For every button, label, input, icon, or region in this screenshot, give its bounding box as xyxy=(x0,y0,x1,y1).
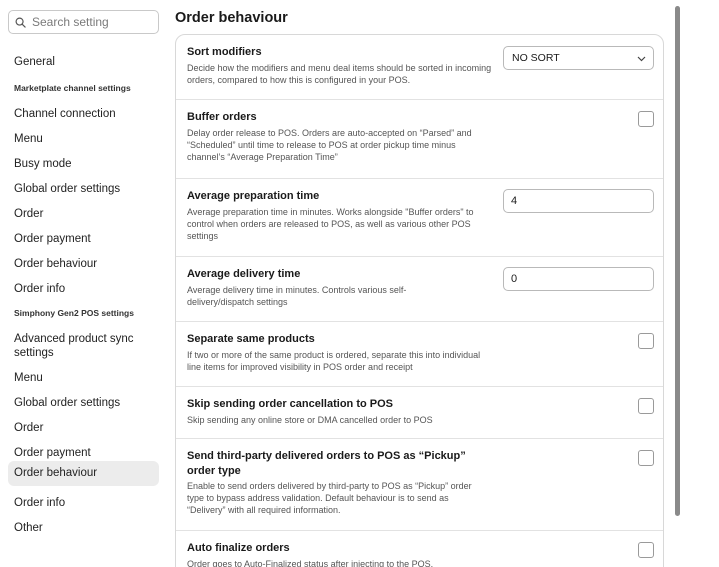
settings-card: Sort modifiers Decide how the modifiers … xyxy=(175,34,664,567)
sidebar-item-pos-order-info[interactable]: Order info xyxy=(8,491,159,515)
sidebar-item-pos-order[interactable]: Order xyxy=(8,416,159,440)
average-delivery-time-input[interactable] xyxy=(503,267,654,291)
buffer-orders-checkbox[interactable] xyxy=(638,111,654,127)
sidebar-item-order-info[interactable]: Order info xyxy=(8,277,159,301)
setting-row-average-delivery-time: Average delivery time Average delivery t… xyxy=(176,257,663,322)
sidebar-item-general[interactable]: General xyxy=(8,50,159,74)
search-icon xyxy=(15,17,26,28)
setting-row-buffer-orders: Buffer orders Delay order release to POS… xyxy=(176,100,663,179)
setting-description: Delay order release to POS. Orders are a… xyxy=(187,128,472,162)
setting-description: Order goes to Auto-Finalized status afte… xyxy=(187,559,434,567)
sidebar-item-menu[interactable]: Menu xyxy=(8,127,159,151)
setting-description: Skip sending any online store or DMA can… xyxy=(187,415,433,425)
chevron-down-icon xyxy=(637,56,646,62)
setting-description: Average preparation time in minutes. Wor… xyxy=(187,207,474,241)
sidebar-item-advanced-product-sync[interactable]: Advanced product sync settings xyxy=(8,327,159,365)
setting-row-skip-cancellation: Skip sending order cancellation to POS S… xyxy=(176,387,663,439)
setting-row-third-party-pickup: Send third-party delivered orders to POS… xyxy=(176,439,663,531)
setting-title: Average delivery time xyxy=(187,268,301,280)
sidebar-item-order[interactable]: Order xyxy=(8,202,159,226)
setting-title: Buffer orders xyxy=(187,111,257,123)
settings-sidebar: General Marketplate channel settings Cha… xyxy=(0,0,168,567)
settings-main: Order behaviour Sort modifiers Decide ho… xyxy=(168,0,668,567)
setting-title: Sort modifiers xyxy=(187,46,262,58)
search-box[interactable] xyxy=(8,10,159,34)
sidebar-item-order-behaviour[interactable]: Order behaviour xyxy=(8,252,159,276)
sidebar-item-pos-menu[interactable]: Menu xyxy=(8,366,159,390)
third-party-pickup-checkbox[interactable] xyxy=(638,450,654,466)
sort-modifiers-select[interactable]: NO SORT xyxy=(503,46,654,70)
setting-description: Average delivery time in minutes. Contro… xyxy=(187,285,407,307)
sidebar-item-channel-connection[interactable]: Channel connection xyxy=(8,102,159,126)
sidebar-section-pos: Simphony Gen2 POS settings xyxy=(14,308,134,318)
setting-title: Average preparation time xyxy=(187,190,320,202)
setting-title: Auto finalize orders xyxy=(187,542,290,554)
setting-title: Skip sending order cancellation to POS xyxy=(187,398,393,410)
setting-title: Separate same products xyxy=(187,333,315,345)
setting-row-sort-modifiers: Sort modifiers Decide how the modifiers … xyxy=(176,35,663,100)
select-value: NO SORT xyxy=(512,52,560,64)
page-title: Order behaviour xyxy=(175,10,288,26)
setting-description: Enable to send orders delivered by third… xyxy=(187,481,472,515)
setting-row-separate-same-products: Separate same products If two or more of… xyxy=(176,322,663,387)
setting-description: Decide how the modifiers and menu deal i… xyxy=(187,63,492,85)
sidebar-item-global-order-settings[interactable]: Global order settings xyxy=(8,177,159,201)
sidebar-item-other[interactable]: Other xyxy=(8,516,159,540)
setting-row-average-preparation-time: Average preparation time Average prepara… xyxy=(176,179,663,257)
sidebar-item-order-payment[interactable]: Order payment xyxy=(8,227,159,251)
sidebar-item-pos-order-behaviour[interactable]: Order behaviour xyxy=(8,461,159,486)
average-preparation-time-input[interactable] xyxy=(503,189,654,213)
separate-same-products-checkbox[interactable] xyxy=(638,333,654,349)
scrollbar-thumb[interactable] xyxy=(675,6,680,516)
skip-cancellation-checkbox[interactable] xyxy=(638,398,654,414)
auto-finalize-checkbox[interactable] xyxy=(638,542,654,558)
setting-title: Send third-party delivered orders to POS… xyxy=(187,450,466,477)
search-input[interactable] xyxy=(32,15,152,29)
setting-row-auto-finalize: Auto finalize orders Order goes to Auto-… xyxy=(176,531,663,567)
sidebar-section-marketplace: Marketplate channel settings xyxy=(14,83,131,93)
sidebar-item-pos-global-order-settings[interactable]: Global order settings xyxy=(8,391,159,415)
sidebar-item-busy-mode[interactable]: Busy mode xyxy=(8,152,159,176)
setting-description: If two or more of the same product is or… xyxy=(187,350,481,372)
scrollbar[interactable] xyxy=(675,0,681,567)
